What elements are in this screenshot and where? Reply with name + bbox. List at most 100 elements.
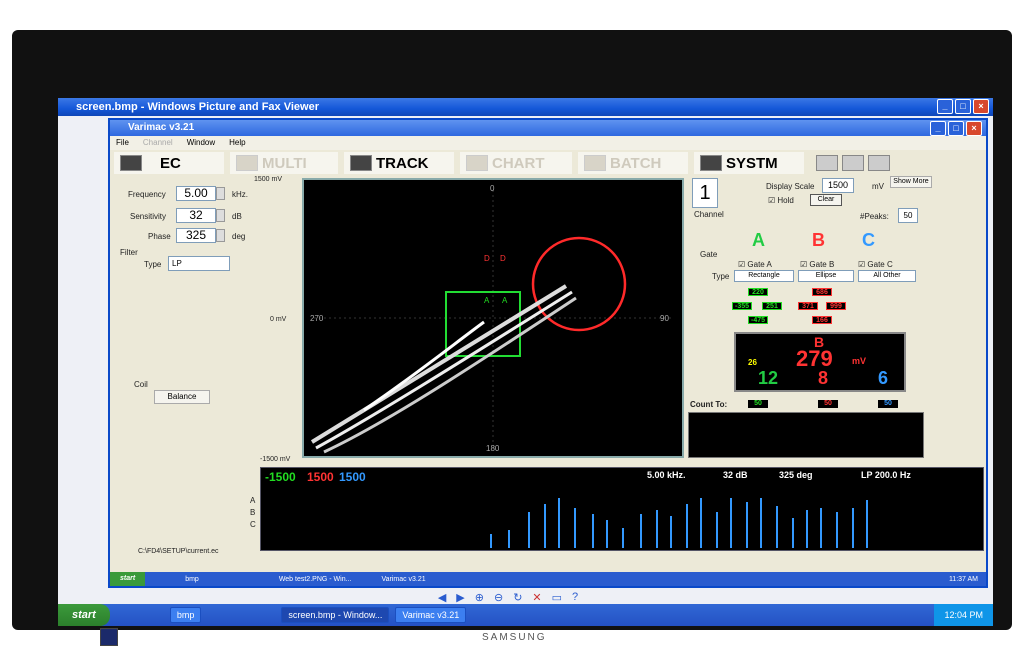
phase-input[interactable]: 325 [176,228,225,243]
phase-value: 325 [185,228,207,242]
help-icon[interactable]: ? [572,591,578,603]
readout-small-value: 26 [748,358,757,367]
screen: screen.bmp - Windows Picture and Fax Vie… [58,98,993,626]
gate-a-value-1: 220 [748,288,768,296]
maximize-button[interactable]: □ [955,99,971,114]
zoom-out-icon[interactable]: ⊖ [494,591,503,604]
camera-icon[interactable] [842,155,864,171]
readout-unit: mV [852,356,867,366]
menu-file[interactable]: File [116,136,129,150]
gate-c-type-value: All Other [873,272,901,279]
inner-task-varimac[interactable]: Varimac v3.21 [381,576,425,583]
gate-b-label: Gate B [809,260,835,269]
menu-channel[interactable]: Channel [143,136,173,150]
mode-chart[interactable]: CHART [460,152,572,174]
gate-b-checkbox[interactable]: ☑ Gate B [800,260,834,269]
gate-c-type-select[interactable]: All Other [858,270,916,282]
frequency-input[interactable]: 5.00 [176,186,225,201]
ec-icon [120,155,142,171]
scope-label-180: 180 [486,444,500,453]
peaks-input[interactable]: 50 [898,208,918,223]
peaks-value: 50 [903,211,913,220]
task-bmp[interactable]: bmp [169,607,202,623]
inner-task-web[interactable]: Web test2.PNG - Win... [279,576,352,583]
gate-a-checkbox[interactable]: ☑ Gate A [738,260,772,269]
gate-b-value-2: 371 [798,302,818,310]
inner-taskbar: start bmp Web test2.PNG - Win... Varimac… [110,572,986,586]
count-to-a[interactable]: 50 [748,400,768,408]
gate-a-type-value: Rectangle [748,272,780,279]
mode-multi-label: MULTI [262,154,307,172]
close-button[interactable]: × [973,99,989,114]
mode-chart-label: CHART [492,154,545,172]
mode-ec[interactable]: EC [114,152,224,174]
outer-titlebar: screen.bmp - Windows Picture and Fax Vie… [58,98,993,116]
gate-a-type-select[interactable]: Rectangle [734,270,794,282]
mode-multi[interactable]: MULTI [230,152,338,174]
delete-icon[interactable]: ✕ [532,591,541,604]
phase-spinner[interactable] [216,229,225,242]
system-clock: 12:04 PM [934,604,993,626]
gate-a-value-2: -355 [732,302,752,310]
show-more-button[interactable]: Show More [890,176,932,188]
outer-title: screen.bmp - Windows Picture and Fax Vie… [76,101,319,113]
count-to-c[interactable]: 50 [878,400,898,408]
power-button[interactable] [100,628,118,646]
sensitivity-input[interactable]: 32 [176,208,225,223]
marker-d-label-2: D [500,254,506,263]
sensitivity-label: Sensitivity [130,212,167,221]
minimize-button[interactable]: _ [937,99,953,114]
menu-help[interactable]: Help [229,136,245,150]
frequency-spinner[interactable] [216,187,225,200]
next-image-icon[interactable]: ▶ [456,591,464,604]
sensitivity-spinner[interactable] [216,209,225,222]
filter-type-value: LP [172,259,182,268]
phase-label: Phase [148,232,171,241]
channel-select[interactable]: 1 [692,178,718,208]
batch-icon [584,155,606,171]
app-close-button[interactable]: × [966,121,982,136]
menubar: File Channel Window Help [110,136,986,150]
printer-icon[interactable] [816,155,838,171]
clear-button[interactable]: Clear [810,194,842,206]
chart-icon [466,155,488,171]
mode-batch[interactable]: BATCH [578,152,688,174]
scope-label-90: 90 [660,314,669,323]
mode-track-label: TRACK [376,154,429,172]
app-maximize-button[interactable]: □ [948,121,964,136]
impedance-plane-scope[interactable]: 0 90 180 270 A A D D [302,178,684,458]
mode-track[interactable]: TRACK [344,152,454,174]
print-icon[interactable]: ▭ [552,591,562,604]
inner-start-button[interactable]: start [110,572,146,586]
gate-b-value-1: 686 [812,288,832,296]
task-varimac[interactable]: Varimac v3.21 [395,607,467,623]
balance-button[interactable]: Balance [154,390,210,404]
gate-b-letter: B [812,230,825,250]
mode-systm[interactable]: SYSTM [694,152,804,174]
tools-icon[interactable] [868,155,890,171]
gate-c-checkbox[interactable]: ☑ Gate C [858,260,893,269]
display-scale-value: 1500 [827,180,849,190]
app-title: Varimac v3.21 [128,122,195,133]
mode-systm-label: SYSTM [726,154,778,172]
app-minimize-button[interactable]: _ [930,121,946,136]
zoom-in-icon[interactable]: ⊕ [475,591,484,604]
channel-label: Channel [694,210,724,219]
rotate-icon[interactable]: ↻ [513,591,522,604]
count-to-b[interactable]: 50 [818,400,838,408]
gate-b-type-select[interactable]: Ellipse [798,270,854,282]
display-scale-input[interactable]: 1500 [822,178,854,193]
menu-window[interactable]: Window [187,136,215,150]
start-button[interactable]: start [58,604,110,626]
previous-image-icon[interactable]: ◀ [438,591,446,604]
track-icon [350,155,372,171]
count-c: 6 [878,368,889,388]
inner-task-bmp[interactable]: bmp [185,576,199,583]
mode-ec-label: EC [160,154,181,172]
hold-checkbox[interactable]: ☑ Hold [768,196,794,205]
peaks-label: #Peaks: [860,212,889,221]
scope-plot [310,190,672,454]
scope-label-270: 270 [310,314,324,323]
task-screen-bmp[interactable]: screen.bmp - Window... [281,607,390,623]
filter-type-select[interactable]: LP [168,256,230,271]
